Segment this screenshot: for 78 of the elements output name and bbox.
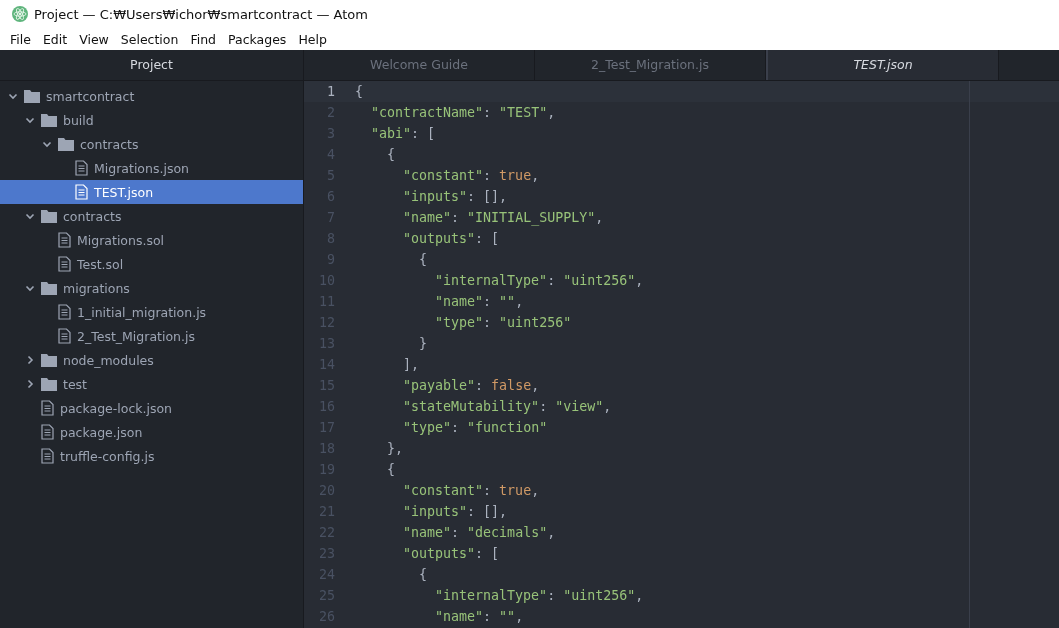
code-line: }, xyxy=(386,441,404,456)
tree-item[interactable]: contracts xyxy=(0,132,303,156)
panel-title: Project xyxy=(0,50,303,81)
chevron-icon xyxy=(8,91,18,101)
tree-item[interactable]: node_modules xyxy=(0,348,303,372)
chevron-icon xyxy=(25,211,35,221)
code-line: "outputs": [ xyxy=(402,546,500,561)
chevron-icon xyxy=(25,115,35,125)
code-line: "type": "uint256" xyxy=(434,315,572,330)
menu-item[interactable]: Find xyxy=(184,31,223,47)
chevron-icon xyxy=(25,379,35,389)
code-line: "inputs": [], xyxy=(402,189,508,204)
code-line: { xyxy=(386,462,396,477)
chevron-icon xyxy=(42,139,52,149)
folder-icon xyxy=(41,377,57,391)
code-line: "constant": true, xyxy=(402,483,540,498)
tree-item[interactable]: migrations xyxy=(0,276,303,300)
code-line: "type": "function" xyxy=(402,420,548,435)
editor-tab[interactable]: TEST.json xyxy=(766,50,999,80)
chevron-icon xyxy=(25,283,35,293)
file-icon xyxy=(41,424,54,440)
code-line: { xyxy=(386,147,396,162)
code-line: "name": "decimals", xyxy=(402,525,556,540)
tree-item[interactable]: contracts xyxy=(0,204,303,228)
menu-item[interactable]: File xyxy=(4,31,37,47)
code-line: ], xyxy=(402,357,420,372)
tree-item[interactable]: test xyxy=(0,372,303,396)
tree-item[interactable]: Migrations.sol xyxy=(0,228,303,252)
file-icon xyxy=(58,328,71,344)
code-line: "outputs": [ xyxy=(402,231,500,246)
code-line: { xyxy=(418,252,428,267)
code-line: "internalType": "uint256", xyxy=(434,273,644,288)
code-line: "name": "", xyxy=(434,609,524,624)
folder-icon xyxy=(41,281,57,295)
folder-icon xyxy=(41,209,57,223)
file-icon xyxy=(75,184,88,200)
code-line: "contractName": "TEST", xyxy=(370,105,556,120)
tree-item[interactable]: package.json xyxy=(0,420,303,444)
folder-icon xyxy=(41,113,57,127)
code-line: "internalType": "uint256", xyxy=(434,588,644,603)
tree-item[interactable]: 1_initial_migration.js xyxy=(0,300,303,324)
window-title: Project — C:₩Users₩ichor₩smartcontract — Atom xyxy=(34,6,368,22)
tree-item[interactable]: truffle-config.js xyxy=(0,444,303,468)
code-line: "abi": [ xyxy=(370,126,436,141)
code-line: } xyxy=(418,336,428,351)
code-editor[interactable] xyxy=(304,81,1059,628)
tree-item[interactable]: build xyxy=(0,108,303,132)
code-line: { xyxy=(355,84,363,99)
chevron-icon xyxy=(25,355,35,365)
code-line: "constant": true, xyxy=(402,168,540,183)
file-icon xyxy=(58,256,71,272)
tree-item[interactable]: Test.sol xyxy=(0,252,303,276)
menu-item[interactable]: Packages xyxy=(222,31,293,47)
folder-icon xyxy=(24,89,40,103)
atom-logo-icon xyxy=(12,6,28,22)
tree-item[interactable]: Migrations.json xyxy=(0,156,303,180)
tree-item[interactable]: package-lock.json xyxy=(0,396,303,420)
folder-icon xyxy=(41,353,57,367)
tree-item[interactable]: smartcontract xyxy=(0,84,303,108)
code-line: "name": "", xyxy=(434,294,524,309)
menu-item[interactable]: Selection xyxy=(114,31,185,47)
file-icon xyxy=(41,448,54,464)
folder-icon xyxy=(58,137,74,151)
file-icon xyxy=(41,400,54,416)
file-icon xyxy=(58,304,71,320)
menu-item[interactable]: Help xyxy=(292,31,333,47)
menu-item[interactable]: View xyxy=(73,31,115,47)
tree-item[interactable]: 2_Test_Migration.js xyxy=(0,324,303,348)
code-line: "stateMutability": "view", xyxy=(402,399,612,414)
code-line: "name": "INITIAL_SUPPLY", xyxy=(402,210,604,225)
file-icon xyxy=(75,160,88,176)
code-line: "payable": false, xyxy=(402,378,540,393)
tree-item[interactable]: TEST.json xyxy=(0,180,303,204)
code-line: { xyxy=(418,567,428,582)
line-number: 1 xyxy=(326,84,336,99)
menu-item[interactable]: Edit xyxy=(36,31,74,47)
code-line: "inputs": [], xyxy=(402,504,508,519)
file-icon xyxy=(58,232,71,248)
